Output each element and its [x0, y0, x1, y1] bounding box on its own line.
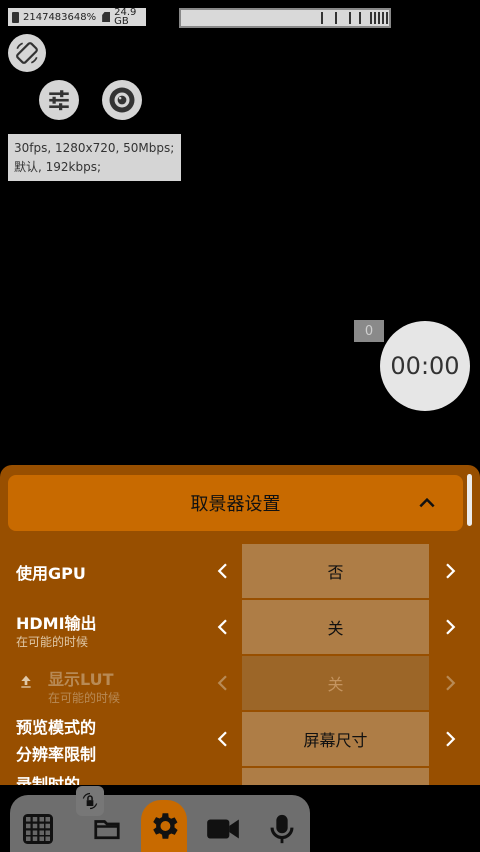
- setting-label: 录制时的: [16, 775, 81, 785]
- chevron-left-icon[interactable]: [214, 562, 232, 580]
- settings-tab-button[interactable]: [141, 800, 187, 852]
- chevron-right-icon: [446, 675, 456, 691]
- microphone-icon: [270, 814, 294, 844]
- camera-lens-icon: [109, 87, 135, 113]
- chevron-up-icon[interactable]: [417, 493, 437, 513]
- setting-row-partial: 录制时的: [0, 768, 480, 785]
- video-camera-icon: [207, 819, 239, 839]
- record-button[interactable]: 00:00: [380, 321, 470, 411]
- lens-settings-button[interactable]: [102, 80, 142, 120]
- upload-icon: [21, 675, 31, 688]
- audio-settings-text: 默认, 192kbps;: [14, 160, 102, 174]
- grid-button[interactable]: [15, 806, 61, 852]
- setting-sublabel: 在可能的时候: [48, 691, 121, 705]
- panel-scrollbar[interactable]: [467, 474, 472, 526]
- settings-sliders-button[interactable]: [39, 80, 79, 120]
- chevron-left-icon: [217, 675, 227, 691]
- audio-button[interactable]: [259, 806, 305, 852]
- rotate-screen-button[interactable]: [8, 34, 46, 72]
- setting-row-hdmi: HDMI输出 在可能的时候 关: [0, 600, 480, 654]
- setting-row-lut: 显示LUT 在可能的时候 关: [0, 656, 480, 710]
- video-settings-text: 30fps, 1280x720, 50Mbps;: [14, 141, 175, 155]
- chevron-right-icon[interactable]: [441, 562, 459, 580]
- setting-value[interactable]: [242, 768, 429, 785]
- setting-label: HDMI输出: [16, 614, 97, 633]
- recording-info: 30fps, 1280x720, 50Mbps; 默认, 192kbps;: [8, 134, 181, 181]
- viewfinder-settings-panel: 取景器设置 使用GPU 否 HDMI输出 在可能的时候 关 显示LUT 在可能的…: [0, 465, 480, 785]
- chevron-left-icon[interactable]: [214, 618, 232, 636]
- setting-label: 显示LUT: [48, 670, 114, 689]
- battery-icon: [12, 11, 19, 23]
- clip-counter: 0: [354, 320, 384, 342]
- chevron-right-icon[interactable]: [441, 730, 459, 748]
- setting-label-line1: 预览模式的: [16, 718, 97, 737]
- screen-rotation-icon: [16, 42, 38, 64]
- free-space-text: 2147483648%: [23, 11, 97, 23]
- setting-sublabel: 在可能的时候: [16, 635, 89, 649]
- tune-sliders-icon: [49, 90, 69, 111]
- setting-value: 关: [242, 656, 429, 710]
- setting-value[interactable]: 屏幕尺寸: [242, 712, 429, 766]
- chevron-right-icon[interactable]: [441, 618, 459, 636]
- setting-value[interactable]: 否: [242, 544, 429, 598]
- video-mode-button[interactable]: [200, 806, 246, 852]
- audio-level-meter: [179, 8, 391, 28]
- grid-icon: [23, 814, 53, 844]
- setting-row-preview-resolution: 预览模式的 分辨率限制 屏幕尺寸: [0, 712, 480, 766]
- panel-title: 取景器设置: [190, 494, 281, 515]
- setting-label: 使用GPU: [16, 564, 86, 583]
- setting-label-line2: 分辨率限制: [16, 745, 97, 764]
- gallery-button[interactable]: [84, 806, 130, 852]
- sd-card-icon: [102, 12, 111, 22]
- chevron-left-icon[interactable]: [214, 730, 232, 748]
- status-bar: 2147483648% 24.9 GB: [8, 7, 146, 27]
- folder-icon: [94, 820, 120, 840]
- storage-text: 24.9 GB: [114, 7, 137, 27]
- gear-icon: [153, 813, 178, 839]
- setting-value[interactable]: 关: [242, 600, 429, 654]
- panel-header[interactable]: 取景器设置: [8, 475, 463, 531]
- setting-row-gpu: 使用GPU 否: [0, 544, 480, 598]
